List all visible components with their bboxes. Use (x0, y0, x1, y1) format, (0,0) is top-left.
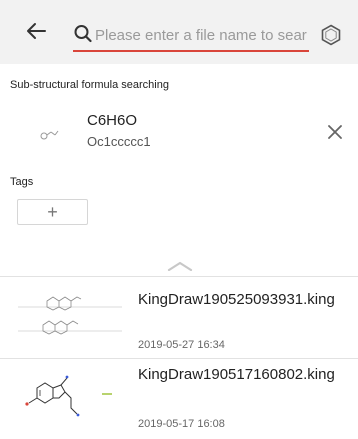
file-thumbnail (15, 366, 125, 432)
search-bar (73, 22, 309, 52)
search-input[interactable] (95, 22, 307, 48)
search-icon (74, 24, 92, 44)
file-thumbnail (15, 285, 125, 351)
molecular-formula: C6H6O (87, 112, 138, 129)
chevron-up-icon[interactable] (167, 258, 193, 272)
file-date: 2019-05-17 16:08 (138, 418, 225, 430)
smiles-string: Oc1ccccc1 (87, 134, 151, 149)
list-item[interactable]: KingDraw190525093931.king 2019-05-27 16:… (0, 277, 358, 359)
add-tag-symbol: + (47, 202, 58, 222)
file-name: KingDraw190517160802.king (138, 366, 335, 383)
substructure-section: Sub-structural formula searching C6H6O O… (0, 64, 358, 244)
file-date: 2019-05-27 16:34 (138, 339, 225, 351)
molecule-thumbnail-icon (38, 128, 64, 140)
collapse-bar[interactable] (0, 244, 358, 276)
add-tag-button[interactable]: + (17, 199, 88, 225)
close-icon[interactable] (327, 124, 343, 140)
back-arrow-icon[interactable] (24, 18, 50, 44)
tags-label: Tags (10, 176, 34, 188)
substructure-title: Sub-structural formula searching (10, 79, 169, 91)
list-item[interactable]: KingDraw190517160802.king 2019-05-17 16:… (0, 360, 358, 439)
top-bar (0, 0, 358, 64)
substructure-row[interactable]: C6H6O Oc1ccccc1 (0, 104, 358, 164)
structure-draw-icon[interactable] (320, 24, 342, 46)
file-name: KingDraw190525093931.king (138, 291, 335, 308)
